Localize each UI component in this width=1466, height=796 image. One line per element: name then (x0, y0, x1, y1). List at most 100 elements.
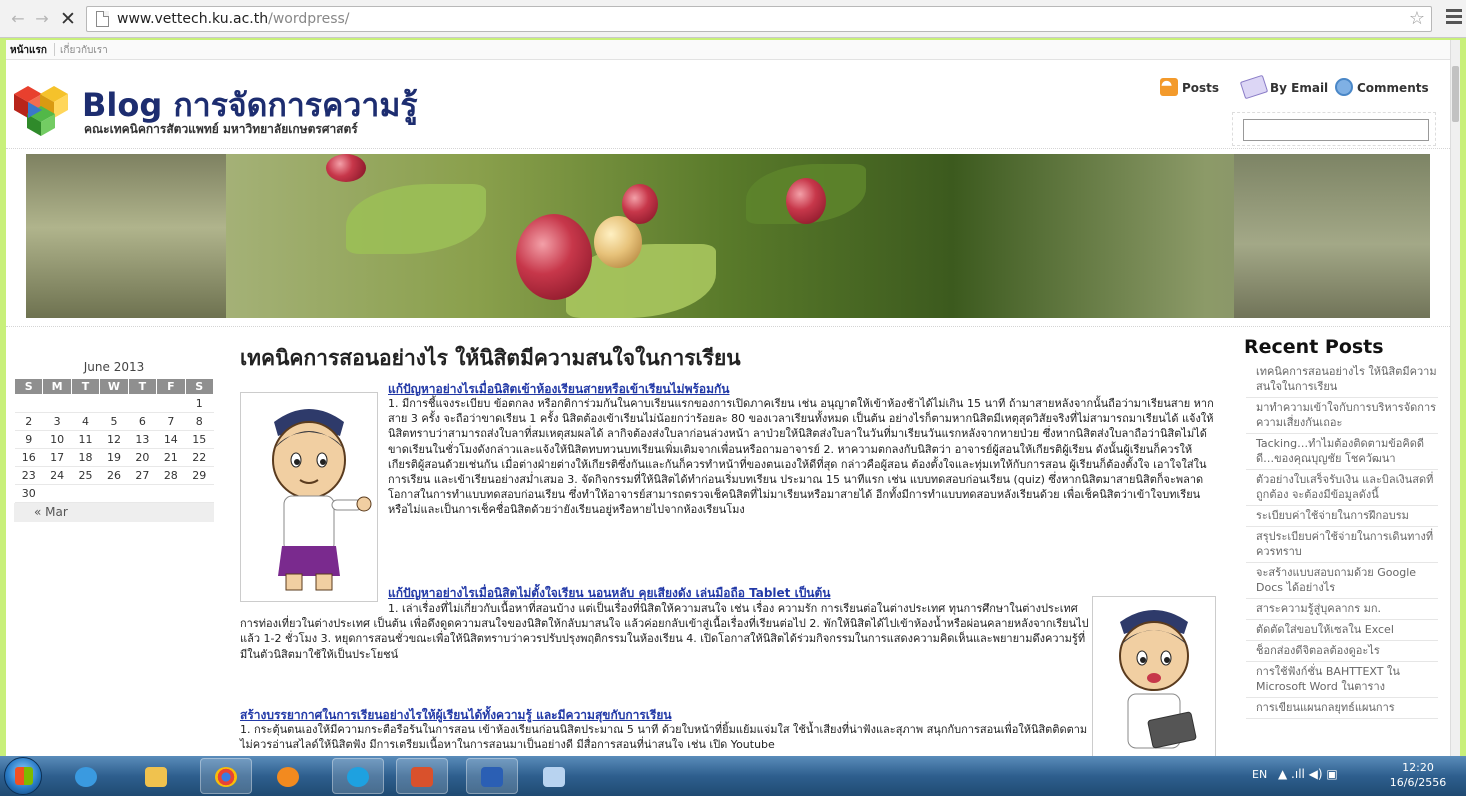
tray-clock[interactable]: 12:20 16/6/2556 (1388, 760, 1448, 790)
nav-link-home[interactable]: หน้าแรก (10, 43, 47, 58)
email-feed-link[interactable]: By Email (1239, 74, 1329, 100)
windows-taskbar: EN ▲ .ıll ◀) ▣ 12:20 16/6/2556 (0, 756, 1466, 796)
recent-post-link[interactable]: มาทำความเข้าใจกับการบริหารจัดการความเสี่… (1246, 398, 1438, 434)
calendar-day: 4 (71, 412, 100, 431)
calendar-prev-month-link[interactable]: « Mar (14, 503, 214, 522)
search-widget (1232, 112, 1436, 146)
recent-post-link[interactable]: สาระความรู้สู่บุคลากร มก. (1246, 599, 1438, 620)
url-text[interactable]: www.vettech.ku.ac.th/wordpress/ (117, 11, 350, 27)
page-scrollbar[interactable] (1450, 40, 1460, 756)
folder-icon[interactable] (130, 758, 182, 794)
calendar-week: 9 10 11 12 13 14 15 (14, 430, 214, 449)
calendar-weekday-row: SMTWTFS (13, 378, 215, 395)
search-input[interactable] (1243, 119, 1429, 141)
chrome-icon[interactable] (200, 758, 252, 794)
calendar-weekday: S (13, 378, 44, 395)
calendar-day: 5 (99, 412, 129, 431)
nav-divider (54, 43, 55, 56)
recent-post-link[interactable]: ช็อกส่องดีจิตอลต้องดูอะไร (1246, 641, 1438, 662)
comments-icon (1335, 78, 1353, 96)
paint-icon[interactable] (528, 758, 580, 794)
calendar-day (71, 484, 100, 503)
recent-post-link[interactable]: สรุประเบียบค่าใช้จ่ายในการเดินทางที่ควรท… (1246, 527, 1438, 563)
menu-icon[interactable] (1446, 9, 1462, 25)
banner-divider (6, 326, 1450, 327)
calendar-day: 18 (71, 448, 100, 467)
calendar-day: 15 (185, 430, 214, 449)
browser-toolbar: ← → ✕ www.vettech.ku.ac.th/wordpress/ ☆ (0, 0, 1466, 38)
media-player-icon[interactable] (262, 758, 314, 794)
ie-icon[interactable] (60, 758, 112, 794)
calendar-day: 30 (14, 484, 43, 503)
post-title[interactable]: เทคนิคการสอนอย่างไร ให้นิสิตมีความสนใจใน… (240, 342, 741, 375)
url-path: /wordpress/ (268, 11, 350, 27)
calendar-day: 23 (14, 466, 43, 485)
calendar-day (99, 394, 129, 413)
calendar-day: 3 (42, 412, 72, 431)
raspberry (622, 184, 658, 224)
tray-icons[interactable]: ▲ .ıll ◀) ▣ (1278, 767, 1338, 781)
calendar-day: 26 (99, 466, 129, 485)
recent-posts-list: เทคนิคการสอนอย่างไร ให้นิสิตมีความสนใจใน… (1246, 362, 1438, 719)
forward-arrow-icon[interactable]: → (32, 9, 52, 29)
calendar-caption: June 2013 (83, 360, 145, 374)
header-divider (6, 148, 1450, 149)
calendar-weekday: S (184, 378, 215, 395)
calendar-weekday: T (70, 378, 101, 395)
calendar-day: 22 (185, 448, 214, 467)
calendar-day: 7 (156, 412, 186, 431)
calendar-day: 21 (156, 448, 186, 467)
calendar-day: 29 (185, 466, 214, 485)
comments-feed-link[interactable]: Comments (1335, 78, 1429, 96)
calendar-day: 27 (128, 466, 157, 485)
address-bar[interactable]: www.vettech.ku.ac.th/wordpress/ ☆ (86, 6, 1432, 32)
posts-feed-link[interactable]: Posts (1160, 78, 1219, 96)
rss-icon (1160, 78, 1178, 96)
calendar-day: 19 (99, 448, 129, 467)
bookmark-star-icon[interactable]: ☆ (1409, 8, 1425, 29)
screen: ← → ✕ www.vettech.ku.ac.th/wordpress/ ☆ … (0, 0, 1466, 796)
recent-post-link[interactable]: จะสร้างแบบสอบถามด้วย Google Docs ได้อย่า… (1246, 563, 1438, 599)
skype-icon[interactable] (332, 758, 384, 794)
calendar-day: 16 (14, 448, 43, 467)
calendar-day (71, 394, 100, 413)
word-icon[interactable] (466, 758, 518, 794)
comments-feed-label: Comments (1357, 81, 1429, 95)
recent-post-link[interactable]: ระเบียบค่าใช้จ่ายในการฝึกอบรม (1246, 506, 1438, 527)
recent-post-link[interactable]: การเขียนแผนกลยุทธ์แผนการ (1246, 698, 1438, 719)
tray-language[interactable]: EN (1252, 768, 1267, 781)
banner-leaf (346, 184, 486, 254)
page-viewport: หน้าแรก เกี่ยวกับเรา Blog การจัดการความร… (6, 40, 1460, 756)
calendar-weekday: M (42, 378, 72, 395)
calendar-day: 9 (14, 430, 43, 449)
calendar-weekday: T (127, 378, 158, 395)
calendar-week: 16 17 18 19 20 21 22 (14, 448, 214, 467)
stop-icon[interactable]: ✕ (58, 9, 78, 29)
nav-link-about[interactable]: เกี่ยวกับเรา (60, 43, 108, 58)
header-banner-image (26, 154, 1430, 318)
calendar-day: 25 (71, 466, 100, 485)
recent-post-link[interactable]: ตัดตัดใส่ขอบให้เซลใน Excel (1246, 620, 1438, 641)
calendar-day: 6 (128, 412, 157, 431)
calendar-day (14, 394, 43, 413)
powerpoint-icon[interactable] (396, 758, 448, 794)
calendar-day (156, 394, 186, 413)
calendar-day (42, 484, 72, 503)
raspberry (516, 214, 592, 300)
recent-post-link[interactable]: ตัวอย่างใบเสร็จรับเงิน และบิลเงินสดที่ถู… (1246, 470, 1438, 506)
email-icon (1239, 74, 1269, 100)
back-arrow-icon[interactable]: ← (8, 9, 28, 29)
calendar-day (128, 394, 157, 413)
calendar-weekday: F (156, 378, 186, 395)
calendar-day (128, 484, 157, 503)
recent-post-link[interactable]: การใช้ฟังก์ชั่น BAHTTEXT ใน Microsoft Wo… (1246, 662, 1438, 698)
recent-post-link[interactable]: Tacking…ทำไมต้องติดตามข้อคิดดีดี…ของคุณบ… (1246, 434, 1438, 470)
posts-feed-label: Posts (1182, 81, 1220, 95)
start-button[interactable] (4, 757, 42, 795)
calendar-day: 24 (42, 466, 72, 485)
calendar-day: 1 (185, 394, 214, 413)
calendar-day: 28 (156, 466, 186, 485)
email-feed-label: By Email (1270, 81, 1329, 95)
scrollbar-thumb[interactable] (1452, 66, 1459, 122)
recent-post-link[interactable]: เทคนิคการสอนอย่างไร ให้นิสิตมีความสนใจใน… (1246, 362, 1438, 398)
